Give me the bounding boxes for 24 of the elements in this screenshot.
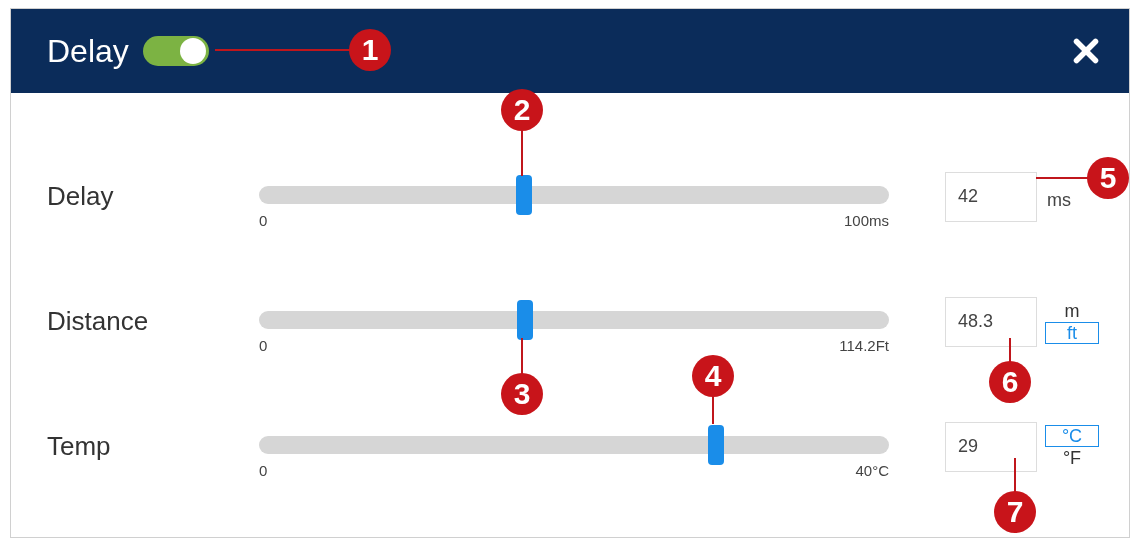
value-field[interactable]: 29 [945,421,1037,472]
max-label: 40°C [855,461,889,482]
unit-option[interactable]: °C [1045,424,1099,447]
max-label: 114.2Ft [839,336,889,357]
slider[interactable] [259,425,889,466]
unit-option[interactable]: m [1045,299,1099,322]
min-label: 0 [259,336,268,357]
row-label: Delay [47,180,115,213]
slider[interactable] [259,300,889,341]
toggle-switch[interactable] [142,36,209,66]
max-label: 100ms [843,211,889,232]
value-field[interactable]: 42 [945,171,1037,222]
slider-thumb[interactable] [707,425,724,466]
min-label: 0 [259,461,268,482]
unit-label: ms [1047,189,1071,212]
min-label: 0 [259,211,268,232]
value-field[interactable]: 48.3 [945,296,1037,347]
row-label: Distance [47,305,150,338]
slider-thumb[interactable] [515,175,532,216]
slider-thumb[interactable] [517,300,534,341]
dialog-title: Delay [47,32,129,71]
slider[interactable] [259,175,889,216]
unit-option[interactable]: °F [1045,446,1099,469]
row-label: Temp [47,430,112,463]
